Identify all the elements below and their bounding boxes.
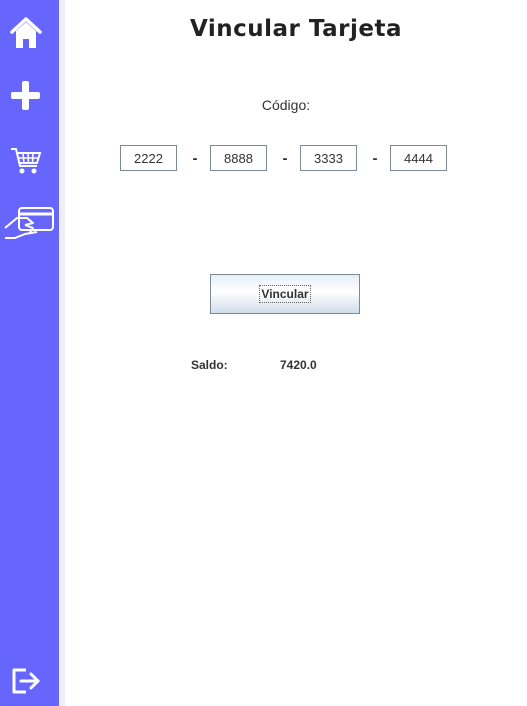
code-label: Código:: [261, 97, 311, 113]
page-title: Vincular Tarjeta: [189, 16, 402, 42]
code-separator: -: [372, 150, 378, 167]
balance-value: 7420.0: [280, 358, 317, 372]
cart-icon: [10, 146, 42, 176]
code-field-1[interactable]: [120, 145, 177, 171]
sidebar-item-add[interactable]: [10, 80, 41, 111]
code-field-2[interactable]: [210, 145, 267, 171]
code-separator: -: [282, 150, 288, 167]
link-card-button-label: Vincular: [259, 285, 311, 303]
home-icon: [10, 16, 42, 50]
code-field-3[interactable]: [300, 145, 357, 171]
sidebar-item-link-card[interactable]: [3, 206, 55, 240]
logout-icon: [10, 666, 42, 696]
sidebar-item-home[interactable]: [10, 16, 42, 50]
plus-icon: [10, 80, 41, 111]
balance-label: Saldo:: [191, 358, 228, 372]
logout-button[interactable]: [10, 666, 42, 696]
card-hand-icon: [3, 206, 55, 240]
link-card-button[interactable]: Vincular: [210, 274, 360, 314]
app-window: Vincular Tarjeta Código: - - - Vincular …: [0, 0, 527, 706]
code-separator: -: [192, 150, 198, 167]
sidebar-item-cart[interactable]: [10, 146, 42, 176]
code-field-4[interactable]: [390, 145, 447, 171]
sidebar: [0, 0, 59, 706]
